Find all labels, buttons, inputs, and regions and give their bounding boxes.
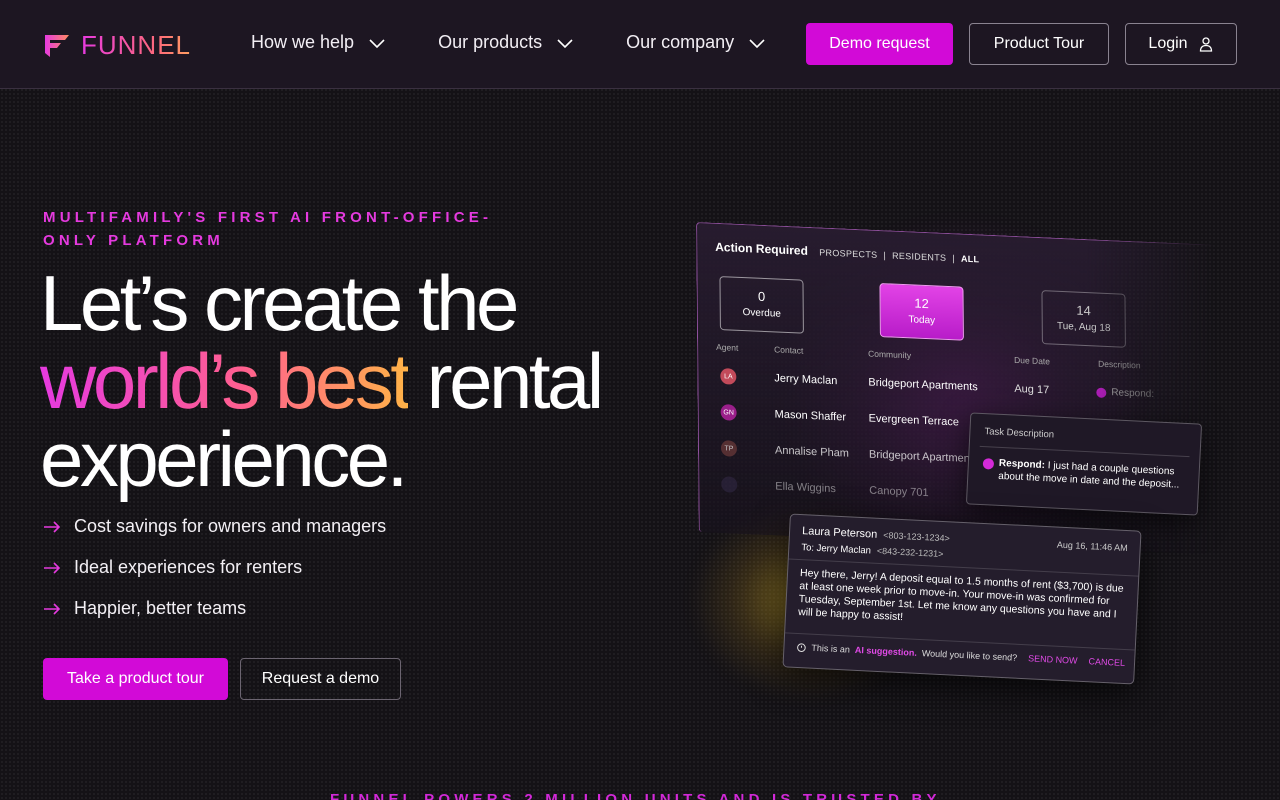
chevron-down-icon [369, 38, 385, 48]
timer-icon [797, 643, 806, 653]
product-tour-button[interactable]: Product Tour [969, 23, 1109, 65]
task-card-label: Task Description [984, 426, 1055, 441]
tab-separator: | [883, 250, 887, 261]
agent-avatar: LA [720, 368, 737, 385]
column-header: Due Date [1014, 354, 1051, 367]
row-description: Respond: [1096, 386, 1154, 400]
stat-overdue: 0 Overdue [719, 276, 804, 334]
description-text: Respond: [1111, 387, 1155, 401]
stat-number: 14 [1076, 302, 1091, 319]
send-now-button: SEND NOW [1027, 653, 1078, 666]
row-due-date: Aug 17 [1014, 382, 1050, 397]
trusted-by-heading: FUNNEL POWERS 2 MILLION UNITS AND IS TRU… [330, 791, 941, 800]
task-description-card: Task Description Respond: I just had a c… [965, 412, 1203, 516]
tab-residents: RESIDENTS [892, 250, 947, 263]
message-card: Laura Peterson <803-123-1234> To: Jerry M… [782, 513, 1142, 685]
row-community: Bridgeport Apartments [868, 448, 979, 466]
stat-label: Overdue [742, 307, 781, 320]
row-community: Bridgeport Apartments [868, 376, 978, 394]
tab-prospects: PROSPECTS [819, 247, 878, 260]
chat-bubble-icon [982, 458, 995, 470]
menu-our-products[interactable]: Our products [438, 32, 574, 53]
column-header: Description [1098, 358, 1141, 371]
stat-number: 0 [757, 288, 766, 305]
row-contact: Ella Wiggins [775, 480, 836, 496]
headline-gradient-text: world’s best [40, 337, 412, 425]
agent-avatar [721, 476, 738, 493]
message-timestamp: Aug 16, 11:46 AM [1056, 539, 1128, 554]
chevron-down-icon [557, 38, 573, 48]
demo-request-button[interactable]: Demo request [806, 23, 953, 65]
menu-label: Our company [626, 32, 735, 52]
row-contact: Jerry Maclan [774, 372, 838, 388]
headline-line-1: Let’s create the [40, 259, 519, 347]
column-header: Community [868, 348, 912, 361]
arrow-right-icon [44, 602, 61, 615]
hero-eyebrow: MULTIFAMILY'S FIRST AI FRONT-OFFICE-ONLY… [43, 209, 493, 249]
row-community: Canopy 701 [869, 484, 929, 500]
menu-label: How we help [251, 32, 355, 52]
benefit-item: Happier, better teams [43, 588, 386, 629]
login-label: Login [1148, 35, 1188, 52]
arrow-right-icon [44, 520, 61, 533]
column-header: Agent [716, 341, 739, 353]
top-navbar: FUNNEL How we help Our products Our comp… [0, 0, 1280, 89]
main-menu: How we help Our products Our company [251, 32, 818, 53]
task-card-body: Respond: I just had a couple questions a… [998, 457, 1191, 492]
footer-text: This is an [811, 642, 851, 655]
divider [979, 445, 1190, 458]
sender-phone: <803-123-1234> [883, 530, 950, 544]
column-header: Contact [774, 344, 804, 356]
arrow-right-icon [44, 561, 61, 574]
row-contact: Annalise Pham [774, 444, 850, 460]
stat-number: 12 [914, 295, 929, 312]
hero-headline: Let’s create the world’s best rental exp… [40, 264, 660, 498]
row-contact: Mason Shaffer [774, 408, 847, 424]
task-action: Respond: [998, 457, 1046, 472]
message-recipient: To: Jerry Maclan <843-232-1231> [801, 542, 944, 560]
take-product-tour-button[interactable]: Take a product tour [43, 658, 228, 700]
cancel-button: CANCEL [1088, 656, 1126, 669]
agent-avatar: TP [720, 440, 738, 457]
benefit-text: Ideal experiences for renters [74, 557, 303, 577]
message-body: Hey there, Jerry! A deposit equal to 1.5… [797, 567, 1124, 624]
benefit-item: Ideal experiences for renters [43, 547, 386, 588]
panel-title: Action Required [715, 239, 808, 258]
chevron-down-icon [749, 38, 765, 48]
headline-line-2: rental [408, 337, 605, 425]
recipient-name: To: Jerry Maclan [801, 542, 872, 557]
menu-label: Our products [438, 32, 543, 52]
menu-our-company[interactable]: Our company [626, 32, 766, 53]
stat-label: Today [908, 314, 936, 327]
sender-name: Laura Peterson [801, 525, 878, 541]
user-icon [1199, 37, 1212, 52]
chat-bubble-icon [1096, 386, 1107, 398]
login-button[interactable]: Login [1125, 23, 1237, 65]
row-community: Evergreen Terrace [868, 412, 959, 429]
stat-upcoming: 14 Tue, Aug 18 [1041, 290, 1126, 348]
menu-how-we-help[interactable]: How we help [251, 32, 386, 53]
footer-question: Would you like to send? [921, 648, 1018, 663]
tab-separator: | [952, 253, 955, 264]
tab-all: ALL [960, 253, 980, 265]
stat-label: Tue, Aug 18 [1056, 320, 1111, 335]
request-demo-button[interactable]: Request a demo [240, 658, 401, 700]
ai-suggestion-label: AI suggestion. [854, 644, 918, 658]
benefit-list: Cost savings for owners and managers Ide… [43, 506, 386, 629]
benefit-text: Happier, better teams [74, 598, 247, 618]
funnel-logo-icon [45, 34, 69, 57]
funnel-logo[interactable]: FUNNEL [43, 30, 191, 61]
headline-line-3: experience. [40, 415, 408, 503]
benefit-text: Cost savings for owners and managers [74, 516, 387, 536]
benefit-item: Cost savings for owners and managers [43, 506, 386, 547]
panel-tabs: PROSPECTS | RESIDENTS | ALL [819, 247, 979, 264]
recipient-phone: <843-232-1231> [876, 545, 944, 560]
agent-avatar: GN [720, 404, 737, 421]
stat-today: 12 Today [879, 283, 964, 341]
message-sender: Laura Peterson <803-123-1234> [802, 525, 950, 544]
logo-wordmark: FUNNEL [81, 30, 192, 60]
